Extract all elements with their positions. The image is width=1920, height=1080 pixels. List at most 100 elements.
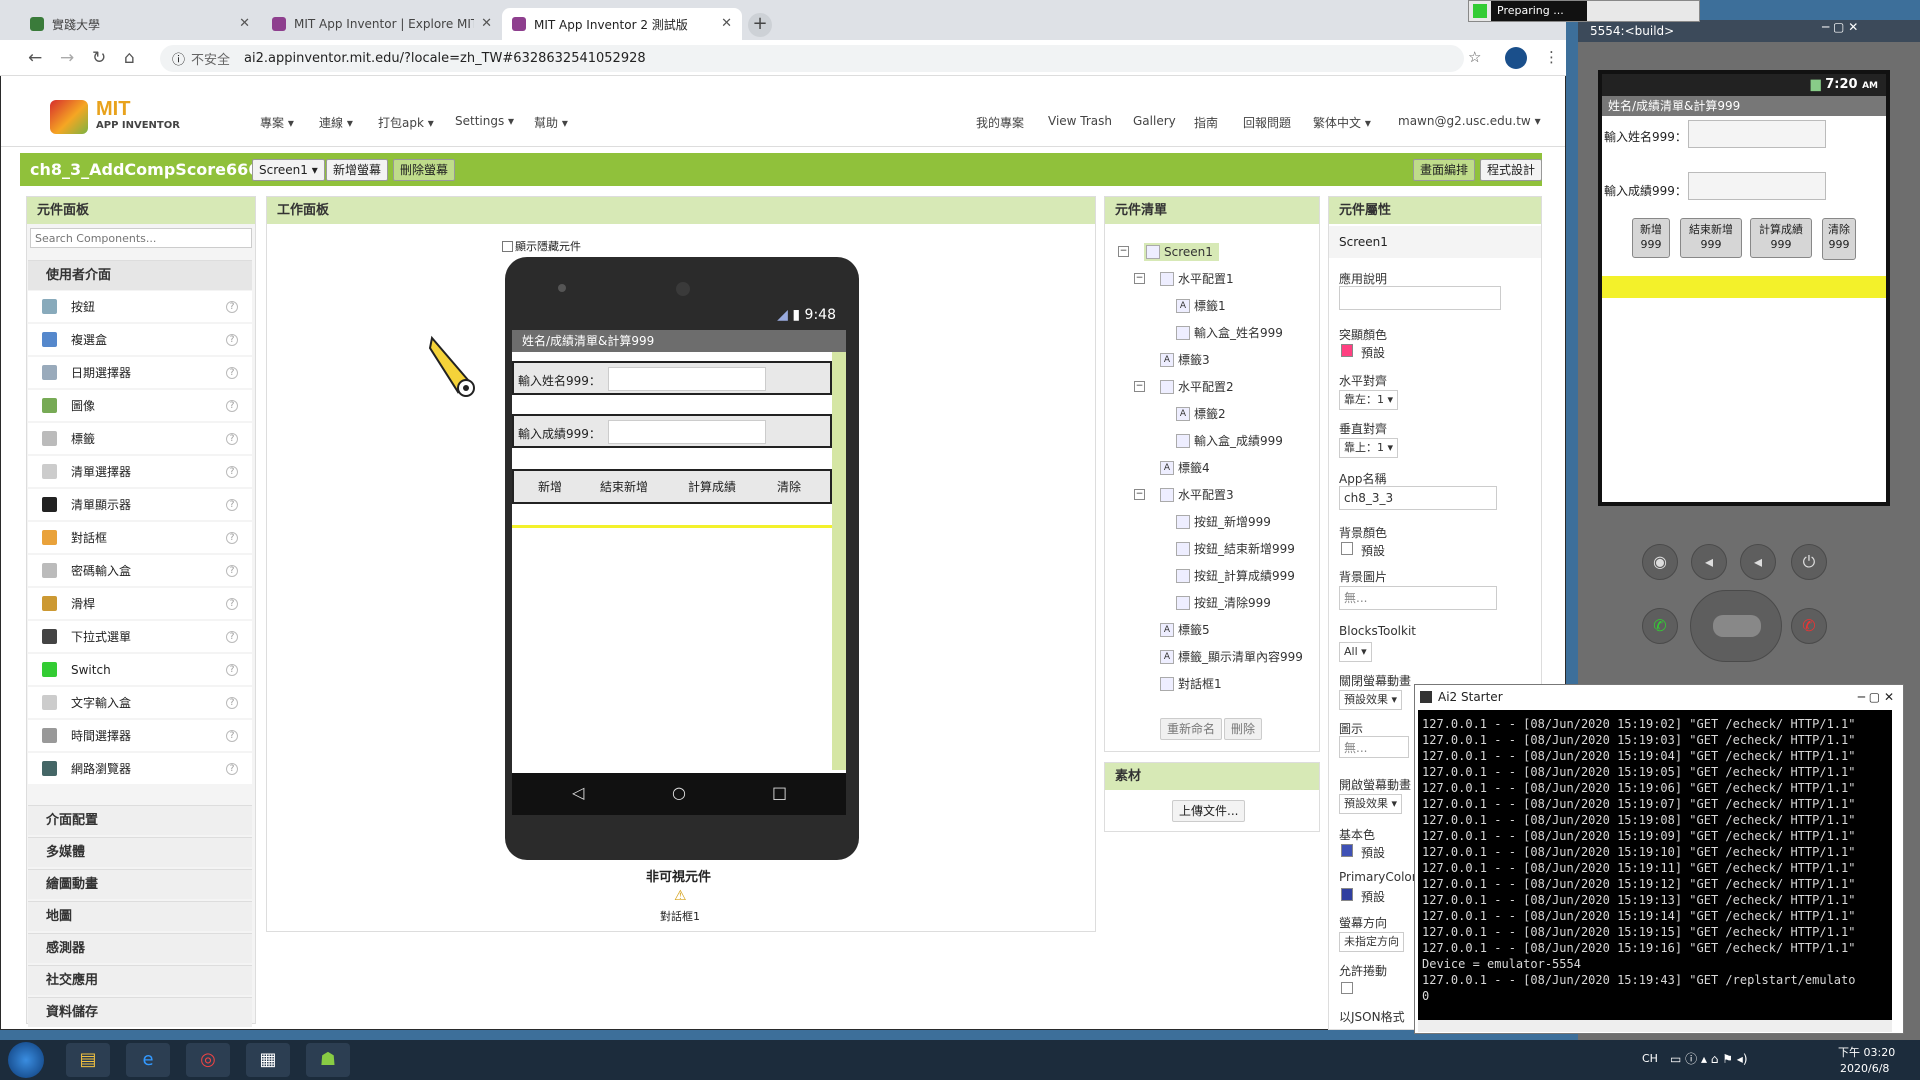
palette-item-button[interactable]: 按鈕? [28,291,252,322]
collapse-toggle[interactable]: − [1118,246,1129,257]
category-media[interactable]: 多媒體 [28,837,252,867]
tab-3[interactable]: MIT App Inventor 2 測試版 ✕ [502,8,742,40]
palette-item-textbox[interactable]: 文字輸入盒? [28,687,252,718]
tree-node[interactable]: 水平配置1 [1160,270,1234,287]
align-h-select[interactable]: 靠左：1 ▾ [1339,390,1399,410]
tree-node[interactable]: A 標籤5 [1160,621,1210,638]
bg-image-input[interactable]: 無... [1339,586,1497,610]
clock-date[interactable]: 2020/6/8 [1840,1062,1889,1075]
collapse-toggle[interactable]: − [1134,381,1145,392]
palette-item-web-viewer[interactable]: 網路瀏覽器? [28,753,252,784]
tab-1[interactable]: 實踐大學 ✕ [20,8,260,40]
end-add-button[interactable]: 結束新增 [588,476,660,500]
calc-button[interactable]: 計算成績 [676,476,748,500]
screen-select[interactable]: Screen1 ▾ [252,159,325,181]
accent-color-swatch[interactable] [1341,344,1353,357]
blocks-button[interactable]: 程式設計 [1480,159,1543,181]
bg-color-swatch[interactable] [1341,542,1353,555]
camera-icon[interactable]: ◉ [1642,544,1678,580]
clock-time[interactable]: 下午 03:20 [1838,1044,1895,1060]
avatar[interactable] [1505,47,1527,69]
align-v-select[interactable]: 靠上：1 ▾ [1339,438,1399,458]
forward-icon[interactable]: → [60,48,74,68]
palette-item-label[interactable]: 標籤? [28,423,252,454]
close-anim-select[interactable]: 預設效果 ▾ [1339,690,1403,710]
hangup-icon[interactable]: ✆ [1791,608,1827,644]
tree-node[interactable]: A 標籤3 [1160,351,1210,368]
dpad-center[interactable] [1713,615,1761,637]
horizontal-arrangement-2[interactable]: 輸入成績999： [512,414,832,448]
console-hscroll[interactable] [1418,1020,1892,1032]
category-social[interactable]: 社交應用 [28,965,252,995]
tree-node[interactable]: 按鈕_結束新增999 [1176,540,1295,557]
primary-dark-swatch[interactable] [1341,888,1353,901]
tree-node[interactable]: A 標籤_顯示清單內容999 [1160,648,1303,665]
window-controls[interactable]: ─ ▢ ✕ [1822,20,1858,34]
name-input[interactable] [608,367,766,391]
volume-up-icon[interactable]: ◂ [1740,544,1776,580]
about-textarea[interactable] [1339,286,1501,310]
menu-help[interactable]: 幫助 ▾ [534,114,568,131]
palette-item-checkbox[interactable]: 複選盒? [28,324,252,355]
account-menu[interactable]: mawn@g2.usc.edu.tw ▾ [1398,114,1541,128]
show-hidden-toggle[interactable]: 顯示隱藏元件 [502,238,581,254]
category-maps[interactable]: 地圖 [28,901,252,931]
remove-screen-button[interactable]: 刪除螢幕 [393,159,456,181]
upload-button[interactable]: 上傳文件... [1172,800,1246,822]
clear-button[interactable]: 清除 [762,476,816,500]
menu-settings[interactable]: Settings ▾ [455,114,514,128]
home-nav-icon[interactable]: ○ [672,783,686,802]
back-icon[interactable]: ← [28,48,42,68]
palette-item-image[interactable]: 圖像? [28,390,252,421]
help-icon[interactable]: ? [226,762,238,775]
horizontal-arrangement-1[interactable]: 輸入姓名999： [512,361,832,395]
palette-item-date-picker[interactable]: 日期選擇器? [28,357,252,388]
star-icon[interactable]: ☆ [1468,48,1481,66]
add-button[interactable]: 新增 [526,476,574,500]
score-input[interactable] [608,420,766,444]
language-menu[interactable]: 繁体中文 ▾ [1313,114,1371,131]
help-icon[interactable]: ? [226,432,238,445]
menu-connect[interactable]: 連線 ▾ [319,114,353,131]
category-sensors[interactable]: 感測器 [28,933,252,963]
console-window-controls[interactable]: ─ ▢ ✕ [1858,686,1894,708]
palette-item-time-picker[interactable]: 時間選擇器? [28,720,252,751]
rename-button[interactable]: 重新命名 [1160,718,1223,740]
reload-icon[interactable]: ↻ [92,48,106,68]
category-user-interface[interactable]: 使用者介面 [28,260,252,290]
help-icon[interactable]: ? [226,630,238,643]
help-icon[interactable]: ? [226,564,238,577]
tree-node[interactable]: 按鈕_計算成績999 [1176,567,1295,584]
tree-node[interactable]: A 標籤4 [1160,459,1210,476]
add-screen-button[interactable]: 新增螢幕 [326,159,389,181]
close-icon[interactable]: ✕ [239,16,250,31]
power-icon[interactable]: ⏻ [1791,544,1827,580]
tree-node[interactable]: 輸入盒_成績999 [1176,432,1283,449]
call-icon[interactable]: ✆ [1642,608,1678,644]
category-drawing[interactable]: 繪圖動畫 [28,869,252,899]
primary-color-swatch[interactable] [1341,844,1353,857]
tree-node[interactable]: 對話框1 [1160,675,1222,692]
tree-node[interactable]: A 標籤2 [1176,405,1226,422]
link-view-trash[interactable]: View Trash [1048,114,1112,128]
link-report[interactable]: 回報問題 [1243,114,1291,131]
close-icon[interactable]: ✕ [721,16,732,31]
menu-build[interactable]: 打包apk ▾ [378,114,434,131]
tree-node[interactable]: A 標籤1 [1176,297,1226,314]
android-icon[interactable]: ☗ [306,1043,350,1077]
help-icon[interactable]: ? [226,531,238,544]
help-icon[interactable]: ? [226,729,238,742]
collapse-toggle[interactable]: − [1134,489,1145,500]
menu-icon[interactable]: ⋮ [1544,48,1559,66]
component-search-input[interactable] [30,228,252,248]
app-name-input[interactable]: ch8_3_3 [1339,486,1497,510]
emu-add-button[interactable]: 新增 999 [1632,218,1670,258]
link-guide[interactable]: 指南 [1194,114,1218,131]
collapse-toggle[interactable]: − [1134,273,1145,284]
tree-node[interactable]: 按鈕_新增999 [1176,513,1271,530]
start-button[interactable] [8,1042,44,1078]
orientation-select[interactable]: 未指定方向 [1339,932,1404,952]
palette-item-notifier[interactable]: 對話框? [28,522,252,553]
scrollable-checkbox[interactable] [1341,982,1353,994]
recent-nav-icon[interactable]: □ [772,783,787,802]
